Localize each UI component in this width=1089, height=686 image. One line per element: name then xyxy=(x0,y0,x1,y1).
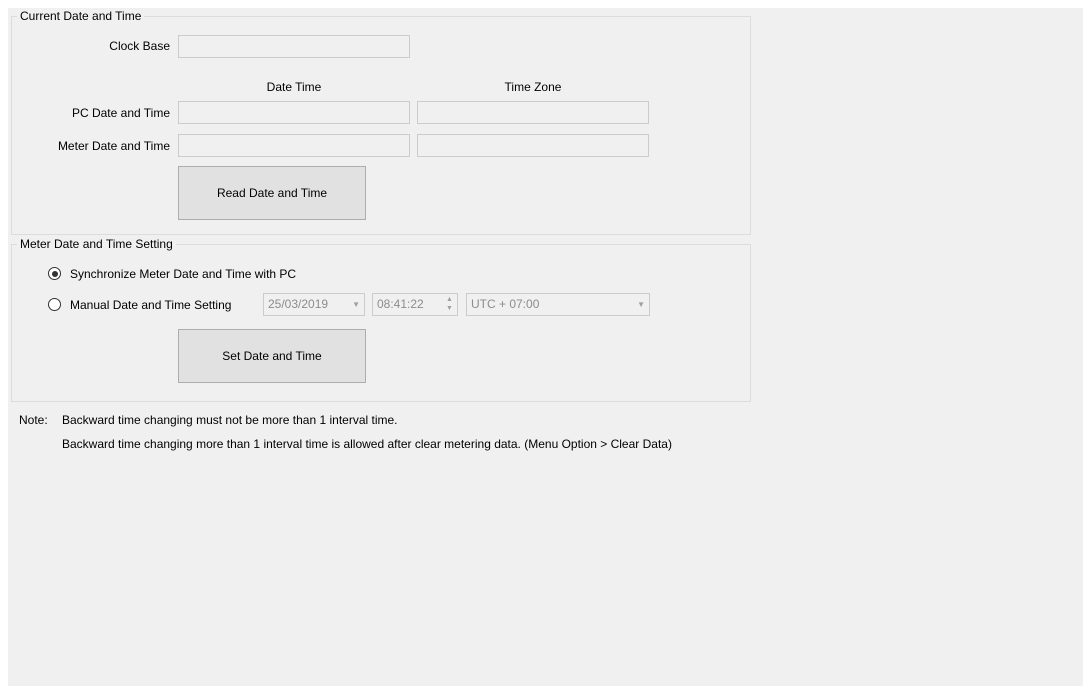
note-line-1: Backward time changing must not be more … xyxy=(62,413,398,427)
sync-radio-label[interactable]: Synchronize Meter Date and Time with PC xyxy=(70,267,296,281)
chevron-down-icon: ▼ xyxy=(637,300,645,309)
meter-time-zone-field[interactable] xyxy=(417,134,649,157)
note-prefix: Note: xyxy=(19,413,48,427)
spin-buttons-icon: ▲ ▼ xyxy=(446,296,453,312)
pc-time-zone-field[interactable] xyxy=(417,101,649,124)
manual-radio[interactable] xyxy=(48,298,61,311)
sync-radio[interactable] xyxy=(48,267,61,280)
read-date-time-button[interactable]: Read Date and Time xyxy=(178,166,366,220)
meter-date-time-label: Meter Date and Time xyxy=(57,139,170,153)
meter-setting-title: Meter Date and Time Setting xyxy=(17,237,176,251)
pc-date-time-field[interactable] xyxy=(178,101,410,124)
note-line-2: Backward time changing more than 1 inter… xyxy=(62,437,672,451)
manual-time-value: 08:41:22 xyxy=(377,297,424,311)
current-date-time-title: Current Date and Time xyxy=(17,9,145,23)
manual-radio-label[interactable]: Manual Date and Time Setting xyxy=(70,298,231,312)
time-zone-column-header: Time Zone xyxy=(504,80,562,94)
chevron-down-icon: ▼ xyxy=(352,300,360,309)
manual-time-zone-value: UTC + 07:00 xyxy=(471,297,540,311)
clock-base-label: Clock Base xyxy=(109,39,170,53)
manual-time-zone-select[interactable]: UTC + 07:00 ▼ xyxy=(466,293,650,316)
clock-base-field[interactable] xyxy=(178,35,410,58)
manual-time-picker[interactable]: 08:41:22 ▲ ▼ xyxy=(372,293,458,316)
sync-radio-dot xyxy=(51,270,58,277)
date-time-column-header: Date Time xyxy=(266,80,322,94)
main-panel: Current Date and Time Clock Base Date Ti… xyxy=(8,8,1083,686)
manual-date-value: 25/03/2019 xyxy=(268,297,329,311)
meter-date-time-field[interactable] xyxy=(178,134,410,157)
manual-date-picker[interactable]: 25/03/2019 ▼ xyxy=(263,293,365,316)
set-date-time-button[interactable]: Set Date and Time xyxy=(178,329,366,383)
pc-date-time-label: PC Date and Time xyxy=(71,106,170,120)
